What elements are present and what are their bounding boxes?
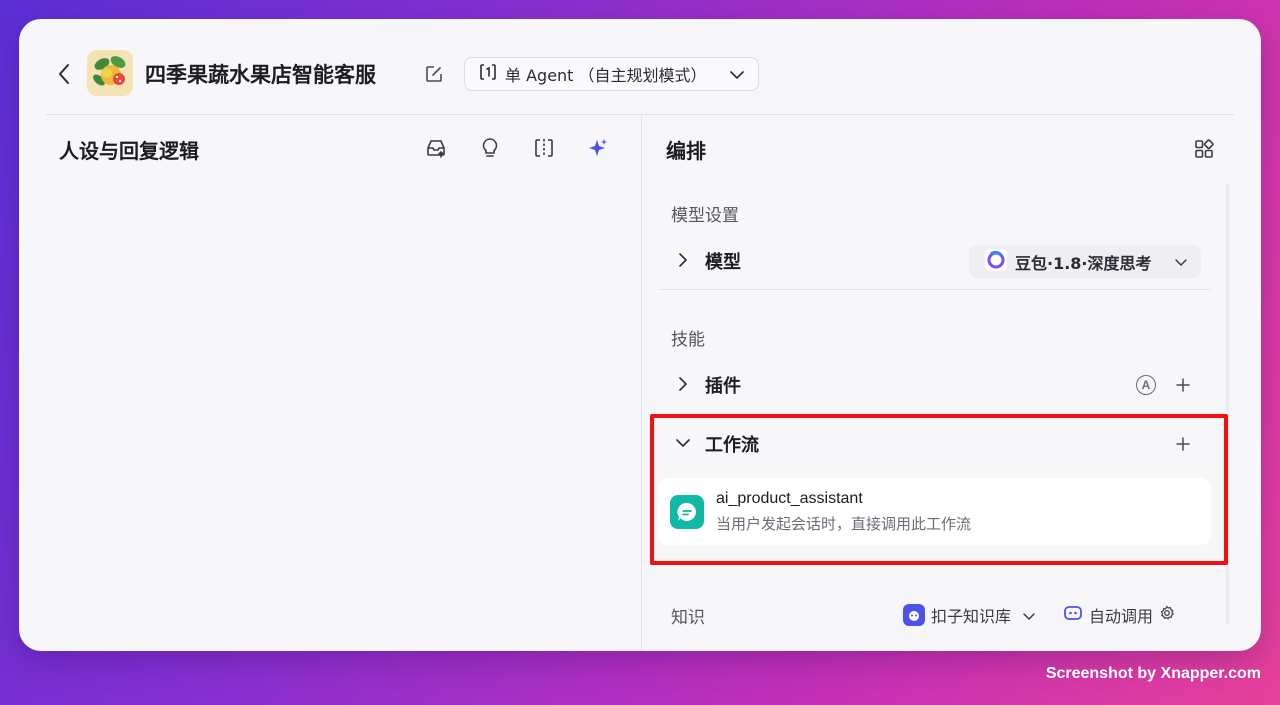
persona-toolbar — [425, 137, 609, 159]
bot-avatar[interactable] — [87, 50, 133, 96]
orchestration-panel-title: 编排 — [666, 139, 706, 163]
section-divider — [659, 289, 1211, 290]
layout-grid-icon[interactable] — [1194, 139, 1214, 159]
coze-knowledge-icon — [903, 604, 925, 626]
model-settings-label: 模型设置 — [671, 206, 739, 226]
agent-mode-label: 单 Agent （自主规划模式） — [505, 66, 707, 85]
header: 四季果蔬水果店智能客服 单 Agent （自主规划模式） — [19, 19, 1261, 114]
chevron-down-icon — [730, 65, 744, 84]
add-plugin-icon[interactable] — [1174, 376, 1192, 394]
skills-label: 技能 — [671, 330, 705, 350]
model-row-label[interactable]: 模型 — [705, 248, 741, 274]
doubao-logo-icon — [985, 248, 1007, 275]
model-select[interactable]: 豆包·1.8·深度思考 — [969, 245, 1201, 278]
knowledge-source-select[interactable]: 扣子知识库 — [931, 603, 1011, 627]
chevron-right-icon[interactable] — [675, 252, 691, 268]
lightbulb-icon[interactable] — [479, 137, 501, 159]
sparkle-ai-icon[interactable] — [587, 137, 609, 159]
prompt-library-icon[interactable] — [425, 137, 447, 159]
panel-divider — [641, 115, 642, 651]
robot-icon — [1063, 604, 1083, 626]
back-icon[interactable] — [53, 59, 75, 89]
agent-mode-select[interactable]: 单 Agent （自主规划模式） — [464, 57, 759, 91]
split-view-icon[interactable] — [533, 137, 555, 159]
header-divider — [46, 114, 1234, 115]
knowledge-label: 知识 — [671, 608, 705, 628]
auto-invoke-badge[interactable]: A — [1136, 375, 1156, 395]
bot-title: 四季果蔬水果店智能客服 — [145, 63, 376, 87]
persona-panel-title: 人设与回复逻辑 — [59, 139, 199, 163]
invoke-mode-select[interactable]: 自动调用 — [1089, 603, 1153, 627]
highlight-box — [650, 414, 1228, 565]
chevron-right-icon[interactable] — [675, 376, 691, 392]
plugins-row-label[interactable]: 插件 — [705, 372, 741, 398]
knowledge-controls: 扣子知识库 自动调用 — [903, 603, 1175, 627]
edit-icon[interactable] — [423, 63, 445, 85]
gear-icon[interactable] — [1159, 605, 1175, 625]
chevron-down-icon[interactable] — [1023, 606, 1035, 625]
chevron-down-icon — [1175, 252, 1187, 271]
watermark: Screenshot by Xnapper.com — [1045, 665, 1261, 682]
agent-mode-icon — [479, 63, 497, 85]
selected-model-label: 豆包·1.8·深度思考 — [1015, 253, 1152, 273]
app-window: 四季果蔬水果店智能客服 单 Agent （自主规划模式） 人设与回复逻辑 编排 … — [19, 19, 1261, 651]
